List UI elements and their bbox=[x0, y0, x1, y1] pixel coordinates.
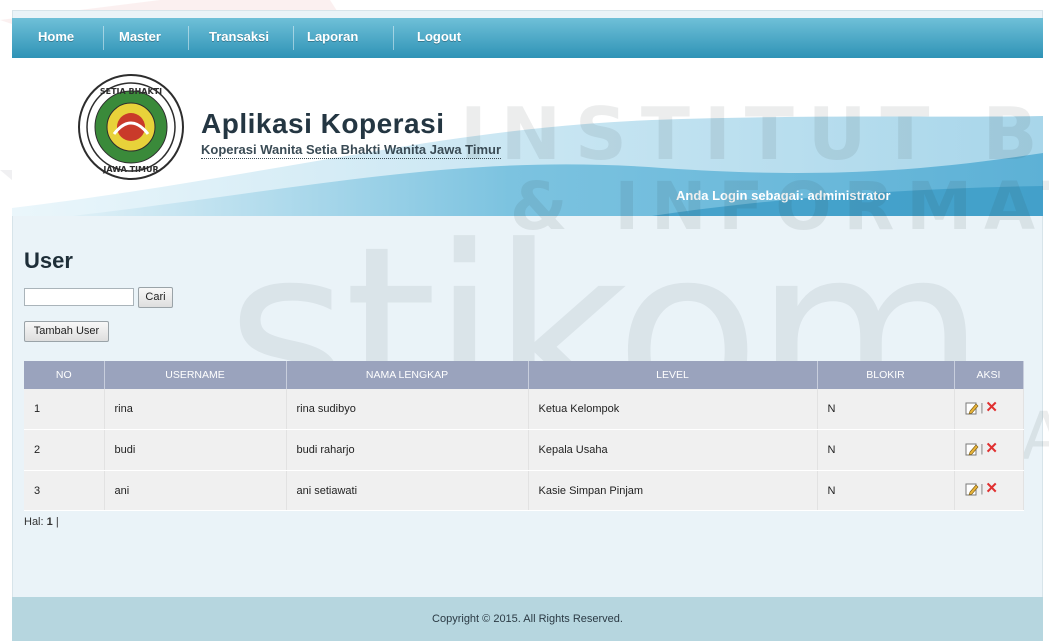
col-header-aksi: AKSI bbox=[954, 361, 1024, 389]
cell-aksi: | ✕ bbox=[954, 429, 1024, 471]
cell-no: 3 bbox=[24, 470, 105, 511]
action-separator: | bbox=[980, 401, 984, 414]
nav-laporan[interactable]: Laporan bbox=[307, 18, 358, 58]
nav-logout[interactable]: Logout bbox=[417, 18, 461, 58]
nav-separator bbox=[393, 26, 394, 50]
svg-text:SETIA BHAKTI: SETIA BHAKTI bbox=[100, 87, 162, 96]
cell-level: Ketua Kelompok bbox=[528, 389, 818, 430]
col-header-level: LEVEL bbox=[528, 361, 818, 389]
col-header-blokir: BLOKIR bbox=[817, 361, 955, 389]
pagination: Hal: 1 | bbox=[24, 516, 59, 528]
cell-blokir: N bbox=[817, 389, 955, 430]
action-separator: | bbox=[980, 442, 984, 455]
nav-master[interactable]: Master bbox=[119, 18, 161, 58]
login-info: Anda Login sebagai: administrator bbox=[676, 188, 891, 203]
app-subtitle: Koperasi Wanita Setia Bhakti Wanita Jawa… bbox=[201, 142, 502, 159]
cell-username: ani bbox=[104, 470, 287, 511]
cell-nama: budi raharjo bbox=[286, 429, 529, 471]
user-table: NO USERNAME NAMA LENGKAP LEVEL BLOKIR AK… bbox=[24, 361, 1024, 511]
app-title: Aplikasi Koperasi bbox=[201, 108, 445, 139]
edit-icon[interactable] bbox=[965, 442, 979, 456]
svg-text:JAWA TIMUR: JAWA TIMUR bbox=[102, 165, 158, 174]
koperasi-logo: SETIA BHAKTI JAWA TIMUR bbox=[78, 74, 184, 180]
edit-icon[interactable] bbox=[965, 401, 979, 415]
nav-separator bbox=[188, 26, 189, 50]
nav-transaksi[interactable]: Transaksi bbox=[209, 18, 269, 58]
cell-level: Kepala Usaha bbox=[528, 429, 818, 471]
cell-blokir: N bbox=[817, 429, 955, 471]
nav-home[interactable]: Home bbox=[38, 18, 74, 58]
pagination-separator: | bbox=[55, 516, 59, 528]
search-input[interactable] bbox=[24, 288, 134, 306]
cell-blokir: N bbox=[817, 470, 955, 511]
cell-no: 1 bbox=[24, 389, 105, 430]
cell-no: 2 bbox=[24, 429, 105, 471]
edit-icon[interactable] bbox=[965, 482, 979, 496]
search-button[interactable]: Cari bbox=[138, 287, 173, 308]
table-header-row: NO USERNAME NAMA LENGKAP LEVEL BLOKIR AK… bbox=[24, 361, 1024, 389]
table-row: 3 ani ani setiawati Kasie Simpan Pinjam … bbox=[24, 470, 1024, 511]
table-row: 1 rina rina sudibyo Ketua Kelompok N | ✕ bbox=[24, 389, 1024, 430]
cell-username: rina bbox=[104, 389, 287, 430]
nav-separator bbox=[103, 26, 104, 50]
top-navbar: Home Master Transaksi Laporan Logout bbox=[12, 18, 1043, 58]
cell-nama: ani setiawati bbox=[286, 470, 529, 511]
pagination-label: Hal: bbox=[24, 516, 44, 528]
nav-separator bbox=[293, 26, 294, 50]
cell-level: Kasie Simpan Pinjam bbox=[528, 470, 818, 511]
footer: Copyright © 2015. All Rights Reserved. bbox=[12, 597, 1043, 641]
col-header-nama-lengkap: NAMA LENGKAP bbox=[286, 361, 529, 389]
table-row: 2 budi budi raharjo Kepala Usaha N | ✕ bbox=[24, 429, 1024, 471]
cell-aksi: | ✕ bbox=[954, 470, 1024, 511]
col-header-username: USERNAME bbox=[104, 361, 287, 389]
page-title: User bbox=[24, 248, 73, 273]
delete-icon[interactable]: ✕ bbox=[985, 400, 998, 415]
delete-icon[interactable]: ✕ bbox=[985, 441, 998, 456]
add-user-button[interactable]: Tambah User bbox=[24, 321, 109, 342]
cell-nama: rina sudibyo bbox=[286, 389, 529, 430]
delete-icon[interactable]: ✕ bbox=[985, 481, 998, 496]
cell-aksi: | ✕ bbox=[954, 389, 1024, 430]
copyright-text: Copyright © 2015. All Rights Reserved. bbox=[432, 613, 623, 625]
action-separator: | bbox=[980, 483, 984, 495]
col-header-no: NO bbox=[24, 361, 105, 389]
cell-username: budi bbox=[104, 429, 287, 471]
page-link-1[interactable]: 1 bbox=[47, 516, 53, 528]
